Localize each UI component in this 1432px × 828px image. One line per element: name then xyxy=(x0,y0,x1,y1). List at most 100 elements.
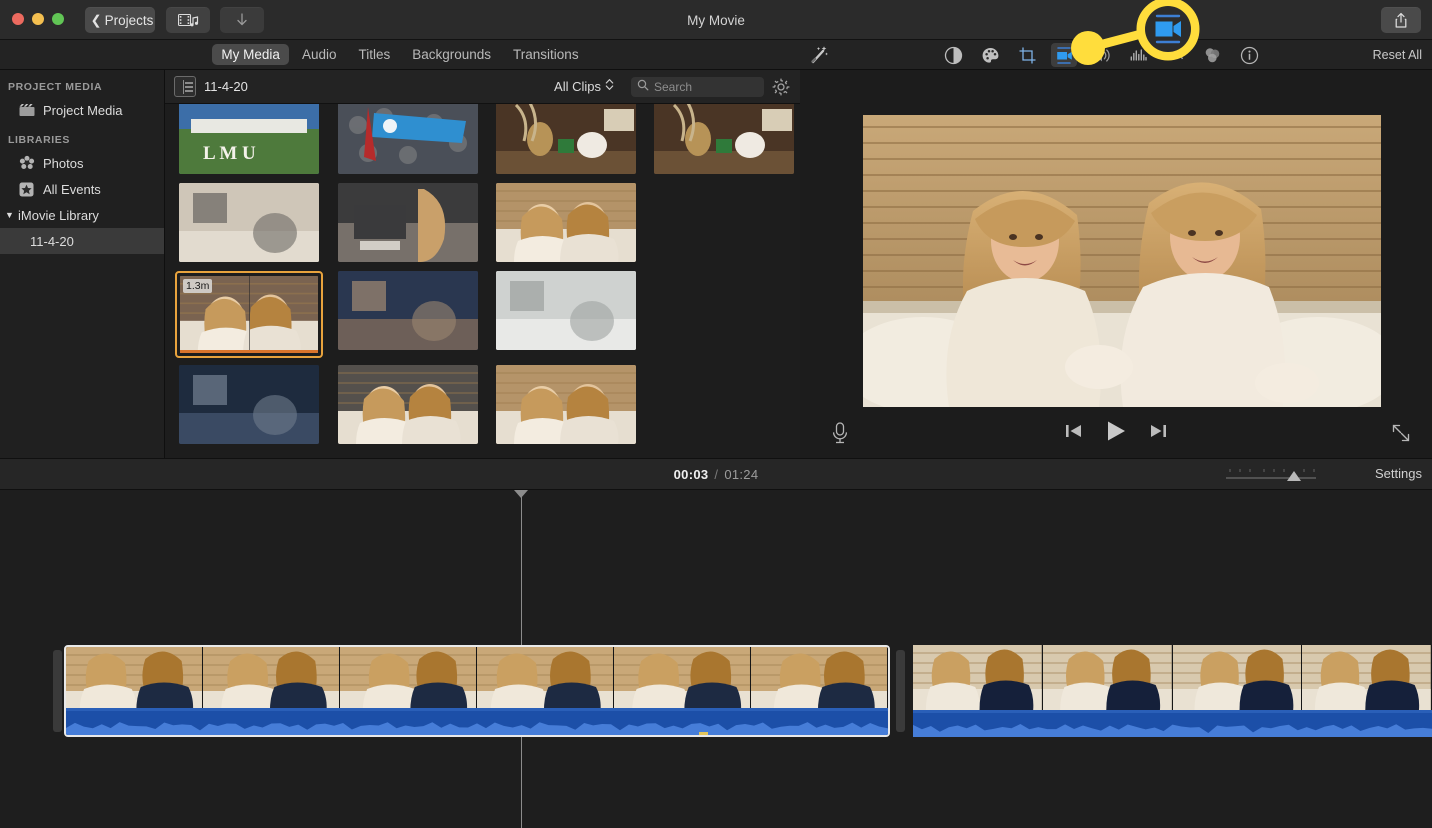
timeline-zoom-slider[interactable] xyxy=(1222,465,1320,485)
filmstrip-music-icon[interactable] xyxy=(166,7,210,33)
disclosure-triangle-icon[interactable]: ▼ xyxy=(4,210,15,220)
back-to-projects-button[interactable]: ❮ Projects xyxy=(85,7,155,33)
filmstrip-divider xyxy=(249,276,250,353)
speed-icon[interactable] xyxy=(1162,43,1188,67)
tab-transitions[interactable]: Transitions xyxy=(504,44,588,65)
media-clip-thumbnail[interactable] xyxy=(338,365,478,444)
clip-image xyxy=(496,365,636,444)
timeline[interactable] xyxy=(0,490,1432,828)
library-sidebar: PROJECT MEDIA Project Media LIBRARIES Ph… xyxy=(0,70,165,458)
clip-handle-left[interactable] xyxy=(53,650,62,732)
media-clip-thumbnail[interactable] xyxy=(496,183,636,262)
clip-image xyxy=(179,183,319,262)
clip-selection-bar xyxy=(180,350,318,353)
clip-marker-icon xyxy=(698,726,708,735)
timeline-clip-filmstrip xyxy=(913,645,1432,710)
all-clips-label: All Clips xyxy=(554,78,601,94)
media-clip-thumbnail[interactable]: L M U xyxy=(179,104,319,174)
crop-icon[interactable] xyxy=(1014,43,1040,67)
up-down-chevron-icon xyxy=(605,78,614,94)
color-balance-icon[interactable] xyxy=(940,43,966,67)
browser-event-title: 11-4-20 xyxy=(204,79,248,94)
clip-image xyxy=(179,365,319,444)
inspector-toolbar: Reset All xyxy=(800,40,1432,70)
time-separator: / xyxy=(714,467,719,482)
search-input[interactable]: Search xyxy=(631,77,764,97)
imovie-window: ❮ Projects My Movie My Media Audio Title… xyxy=(0,0,1432,828)
clapperboard-icon xyxy=(18,102,35,119)
chevron-left-icon: ❮ xyxy=(90,12,102,27)
sidebar-item-label: All Events xyxy=(43,181,101,197)
title-bar: ❮ Projects My Movie xyxy=(0,0,1432,40)
media-clip-thumbnail[interactable] xyxy=(338,183,478,262)
filmstrip-frame xyxy=(202,647,340,712)
media-clip-thumbnail[interactable] xyxy=(338,271,478,350)
sidebar-item-event-11-4-20[interactable]: 11-4-20 xyxy=(0,228,164,254)
timeline-clip-audio-waveform[interactable] xyxy=(66,708,888,735)
sidebar-item-label: Photos xyxy=(43,155,84,171)
expand-fullscreen-icon[interactable] xyxy=(1390,422,1412,444)
current-time: 00:03 xyxy=(673,467,709,482)
noise-reduction-icon[interactable] xyxy=(1125,43,1151,67)
all-clips-filter-dropdown[interactable]: All Clips xyxy=(554,78,614,94)
sidebar-item-imovie-library[interactable]: ▼ iMovie Library xyxy=(0,202,164,228)
clip-image xyxy=(496,183,636,262)
timeline-clip[interactable] xyxy=(913,645,1432,737)
list-layout-icon[interactable] xyxy=(174,76,196,97)
traffic-lights xyxy=(12,13,64,25)
minimize-window-button[interactable] xyxy=(32,13,44,25)
star-events-icon xyxy=(18,181,35,198)
playback-transport xyxy=(800,416,1432,450)
media-clip-thumbnail[interactable] xyxy=(179,183,319,262)
filters-icon[interactable] xyxy=(1199,43,1225,67)
gear-icon[interactable] xyxy=(771,77,791,97)
clip-image xyxy=(496,271,636,350)
video-preview[interactable] xyxy=(863,115,1381,407)
clip-image xyxy=(338,183,478,262)
download-arrow-icon[interactable] xyxy=(220,7,264,33)
clip-duration-badge: 1.3m xyxy=(183,279,213,293)
tab-my-media[interactable]: My Media xyxy=(212,44,289,65)
sidebar-item-photos[interactable]: Photos xyxy=(0,150,164,176)
tab-backgrounds[interactable]: Backgrounds xyxy=(403,44,500,65)
sidebar-item-label: iMovie Library xyxy=(18,207,99,223)
color-correction-icon[interactable] xyxy=(977,43,1003,67)
reset-all-button[interactable]: Reset All xyxy=(1373,40,1422,70)
skip-to-start-icon[interactable] xyxy=(1065,423,1082,444)
clip-image: L M U xyxy=(179,104,319,174)
back-to-projects-label: Projects xyxy=(104,12,154,28)
sidebar-item-all-events[interactable]: All Events xyxy=(0,176,164,202)
timeline-clip-filmstrip xyxy=(66,647,888,712)
clip-handle-right[interactable] xyxy=(896,650,905,732)
inspector-icon-row xyxy=(940,40,1262,70)
media-clip-thumbnail[interactable] xyxy=(654,104,794,174)
clip-image xyxy=(338,365,478,444)
close-window-button[interactable] xyxy=(12,13,24,25)
media-clip-thumbnail[interactable] xyxy=(496,365,636,444)
clip-image xyxy=(338,104,478,174)
share-button[interactable] xyxy=(1381,7,1421,33)
media-clip-thumbnail[interactable] xyxy=(179,365,319,444)
tab-titles[interactable]: Titles xyxy=(349,44,399,65)
stabilization-icon[interactable] xyxy=(1051,43,1077,67)
media-clip-thumbnail[interactable] xyxy=(496,104,636,174)
search-placeholder: Search xyxy=(654,80,693,94)
info-icon[interactable] xyxy=(1236,43,1262,67)
clip-image xyxy=(338,271,478,350)
media-browser[interactable]: L M U 1.3m xyxy=(165,104,800,458)
sidebar-item-project-media[interactable]: Project Media xyxy=(0,97,164,123)
timeline-clip[interactable] xyxy=(64,645,890,737)
tab-audio[interactable]: Audio xyxy=(293,44,346,65)
filmstrip-frame xyxy=(750,647,888,712)
timeline-clip-audio-waveform[interactable] xyxy=(913,710,1432,737)
magic-wand-icon[interactable] xyxy=(806,43,830,67)
zoom-window-button[interactable] xyxy=(52,13,64,25)
viewer-pane xyxy=(800,70,1432,458)
media-clip-thumbnail[interactable] xyxy=(338,104,478,174)
volume-icon[interactable] xyxy=(1088,43,1114,67)
timeline-settings-button[interactable]: Settings xyxy=(1375,466,1422,481)
skip-to-end-icon[interactable] xyxy=(1150,423,1167,444)
media-clip-thumbnail[interactable] xyxy=(496,271,636,350)
play-icon[interactable] xyxy=(1104,419,1128,448)
media-clip-thumbnail[interactable]: 1.3m xyxy=(175,271,323,358)
